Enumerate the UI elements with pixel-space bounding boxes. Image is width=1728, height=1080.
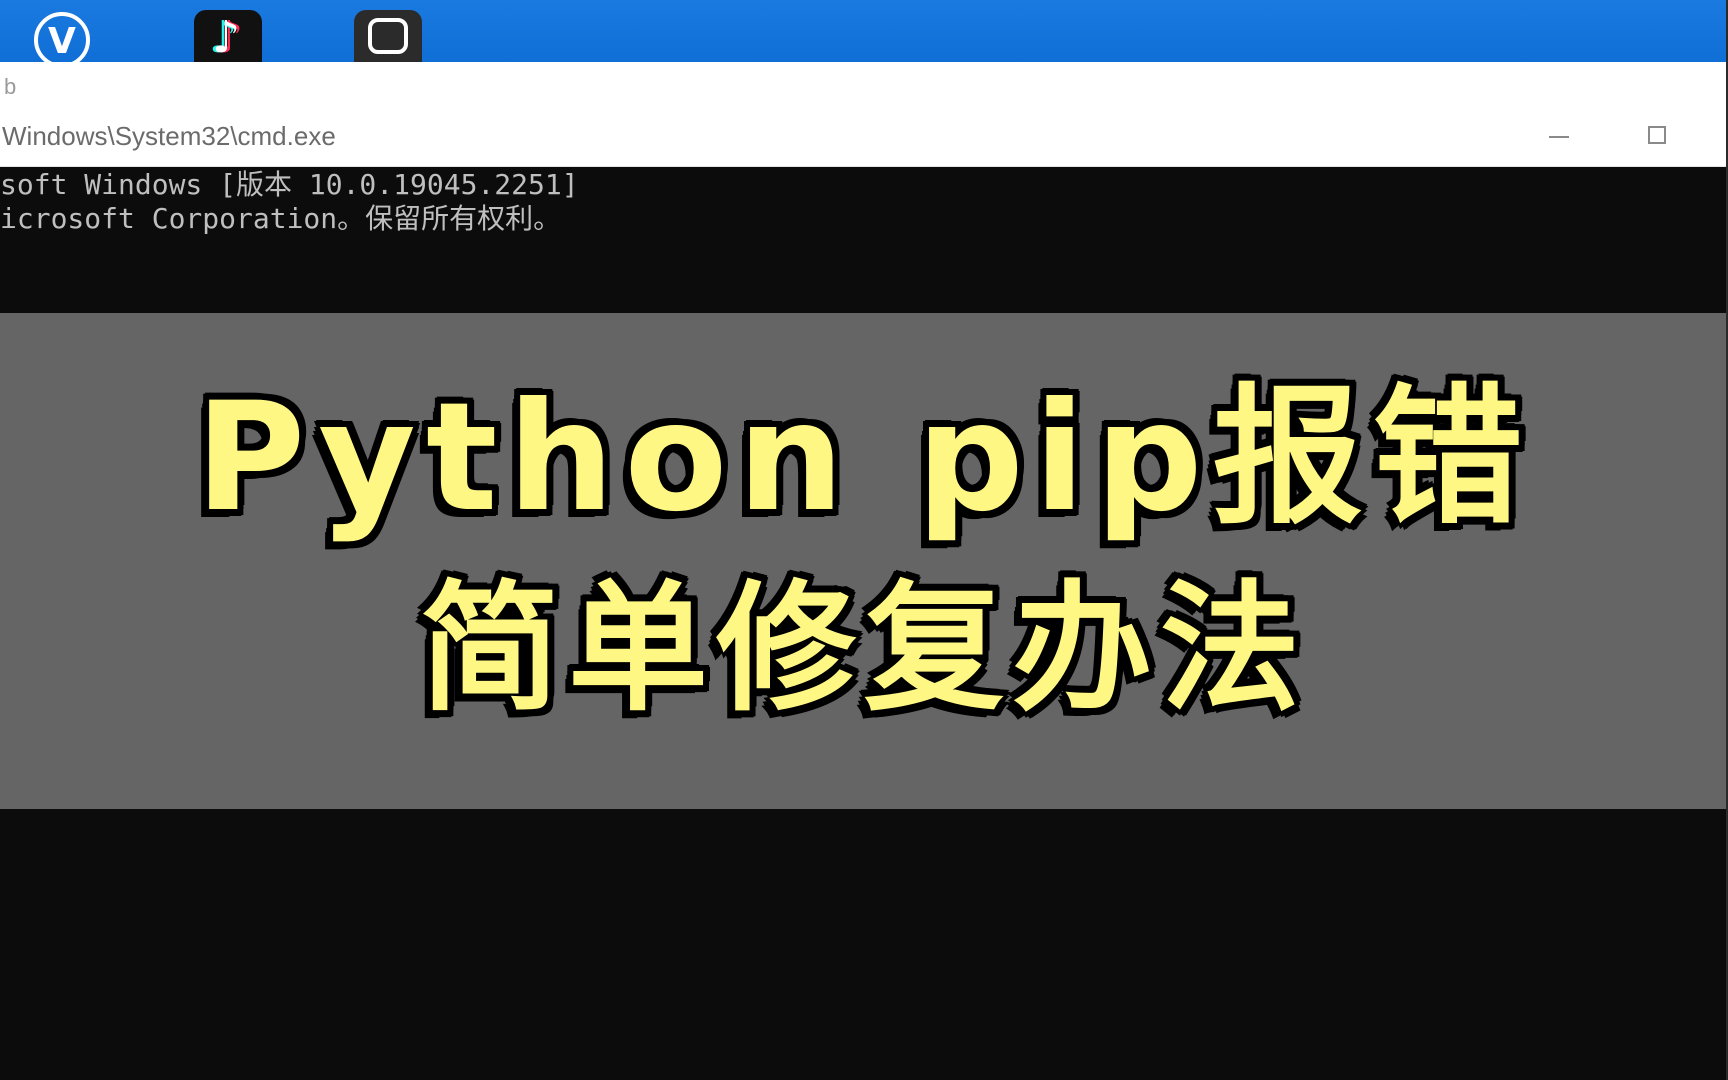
app-dark-icon[interactable] — [354, 10, 422, 62]
explorer-address-bar[interactable]: b — [0, 62, 1728, 105]
tiktok-icon[interactable]: ♪ — [194, 10, 262, 62]
title-overlay: Python pip报错 简单修复办法 — [0, 313, 1728, 809]
app-v-glyph: V — [48, 21, 76, 62]
minimize-button[interactable] — [1536, 118, 1582, 152]
cmd-titlebar[interactable]: Windows\System32\cmd.exe — [0, 104, 1728, 167]
desktop-strip: V ♪ — [0, 0, 1728, 62]
maximize-button[interactable] — [1636, 118, 1682, 152]
cmd-window-title: Windows\System32\cmd.exe — [2, 121, 336, 151]
console-line-version: soft Windows [版本 10.0.19045.2251] — [0, 168, 579, 201]
app-v-icon[interactable]: V — [34, 12, 90, 62]
overlay-title-line-1: Python pip报错 — [195, 371, 1533, 545]
console-line-copyright: icrosoft Corporation。保留所有权利。 — [0, 202, 562, 235]
tiktok-glyph: ♪ — [212, 12, 241, 62]
app-dark-glyph — [368, 18, 408, 54]
address-fragment: b — [4, 74, 17, 99]
overlay-title-line-2: 简单修复办法 — [419, 568, 1308, 731]
